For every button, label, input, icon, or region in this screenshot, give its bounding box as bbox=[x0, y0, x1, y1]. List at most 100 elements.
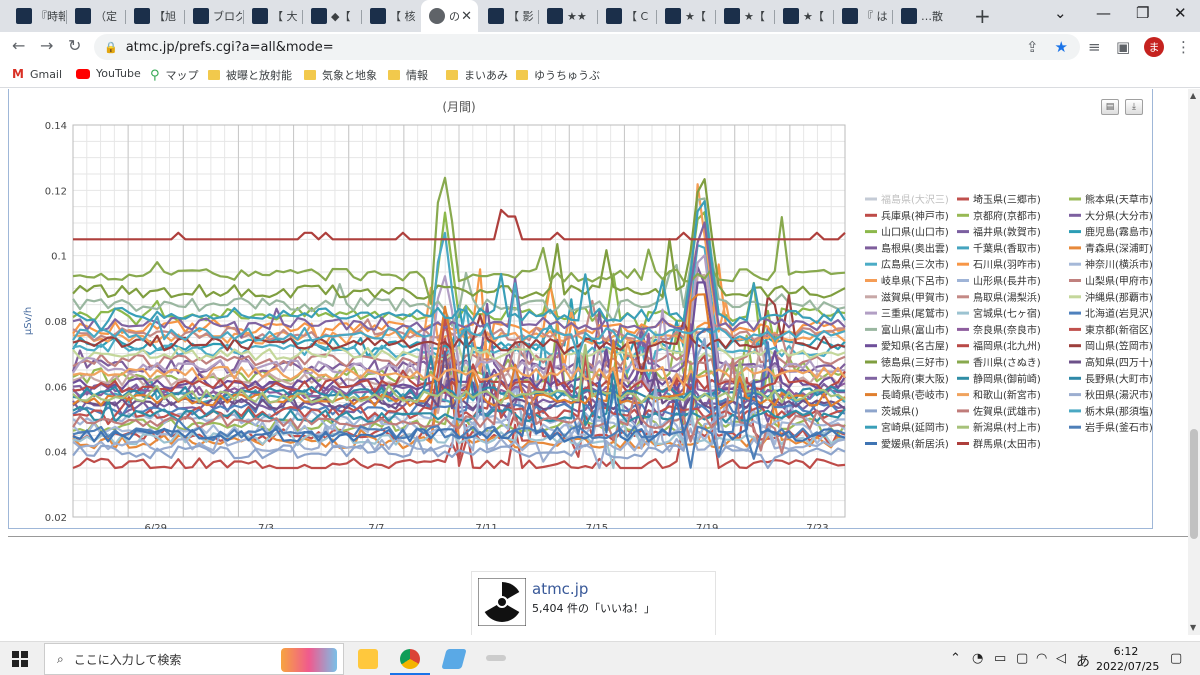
scrollbar-thumb[interactable] bbox=[1190, 429, 1198, 539]
facebook-page-widget[interactable]: atmc.jp 5,404 件の「いいね！」 bbox=[471, 571, 716, 635]
legend-label[interactable]: 大阪府(東大阪) bbox=[881, 372, 949, 385]
legend-label[interactable]: 愛知県(名古屋) bbox=[881, 340, 949, 353]
browser-tab[interactable]: ★【 bbox=[775, 4, 832, 28]
legend-label[interactable]: 広島県(三次市) bbox=[881, 258, 949, 271]
windows-start-icon[interactable] bbox=[12, 651, 28, 667]
legend-label[interactable]: 滋賀県(甲賀市) bbox=[881, 291, 949, 304]
close-window-icon[interactable]: ✕ bbox=[1174, 4, 1187, 22]
taskbar-search-box[interactable]: ⌕ ここに入力して検索 bbox=[44, 643, 344, 675]
browser-tab[interactable]: ◆【 bbox=[303, 4, 360, 28]
bookmark-item[interactable]: ゆうちゅうぶ bbox=[516, 67, 600, 83]
scroll-down-icon[interactable]: ▼ bbox=[1190, 623, 1196, 632]
chevron-down-icon[interactable]: ⌄ bbox=[1054, 4, 1067, 22]
browser-tab[interactable]: 【旭 bbox=[126, 4, 183, 28]
browser-tab[interactable]: 【 影 bbox=[480, 4, 537, 28]
bookmark-item[interactable]: 被曝と放射能 bbox=[208, 67, 292, 83]
bookmark-item[interactable]: 情報 bbox=[388, 67, 428, 83]
network-status-icon[interactable]: ◔ bbox=[972, 651, 983, 666]
close-tab-icon[interactable]: ✕ bbox=[461, 9, 472, 24]
legend-label[interactable]: 長崎県(壱岐市) bbox=[881, 389, 949, 402]
display-icon[interactable]: ▢ bbox=[1016, 651, 1028, 666]
legend-label[interactable]: 福井県(敦賀市) bbox=[973, 226, 1041, 239]
chrome-icon[interactable] bbox=[400, 649, 420, 669]
legend-label[interactable]: 長野県(大町市) bbox=[1085, 372, 1153, 385]
legend-label[interactable]: 鳥取県(湯梨浜) bbox=[973, 291, 1041, 304]
system-clock[interactable]: 6:12 2022/07/25 bbox=[1096, 644, 1159, 674]
legend-label[interactable]: 秋田県(湯沢市) bbox=[1085, 389, 1153, 402]
notepad-app-icon[interactable] bbox=[441, 649, 467, 669]
browser-tab[interactable]: …散 bbox=[893, 4, 950, 28]
browser-tab[interactable]: （定 bbox=[67, 4, 124, 28]
address-bar[interactable]: 🔒 atmc.jp/prefs.cgi?a=all&mode= ⇪ ★ bbox=[94, 34, 1080, 60]
legend-label[interactable]: 群馬県(太田市) bbox=[973, 438, 1041, 451]
legend-label[interactable]: 和歌山(新宮市) bbox=[973, 389, 1041, 402]
minimize-icon[interactable]: — bbox=[1096, 4, 1111, 22]
legend-label[interactable]: 愛媛県(新居浜) bbox=[881, 438, 949, 451]
new-tab-icon[interactable]: + bbox=[974, 4, 991, 28]
legend-label[interactable]: 岡山県(笠岡市) bbox=[1085, 340, 1153, 353]
browser-tab[interactable]: 【 C bbox=[598, 4, 655, 28]
legend-label[interactable]: 石川県(羽咋市) bbox=[973, 258, 1041, 271]
lock-icon[interactable]: 🔒 bbox=[104, 41, 118, 54]
legend-label[interactable]: 栃木県(那須塩) bbox=[1085, 405, 1153, 418]
browser-tab[interactable]: ブログ bbox=[185, 4, 242, 28]
share-icon[interactable]: ⇪ bbox=[1026, 38, 1039, 56]
bookmark-star-icon[interactable]: ★ bbox=[1055, 38, 1068, 56]
legend-label[interactable]: 香川県(さぬき) bbox=[973, 357, 1041, 369]
legend-label[interactable]: 山口県(山口市) bbox=[881, 226, 949, 239]
legend-label[interactable]: 福岡県(北九州) bbox=[973, 340, 1041, 353]
legend-label[interactable]: 神奈川(横浜市) bbox=[1085, 258, 1153, 271]
legend-label[interactable]: 熊本県(天草市) bbox=[1085, 193, 1153, 206]
bookmark-item[interactable]: まいあみ bbox=[446, 67, 508, 83]
legend-label[interactable]: 山梨県(甲府市) bbox=[1085, 275, 1153, 288]
legend-label[interactable]: 奈良県(奈良市) bbox=[973, 323, 1041, 336]
legend-label[interactable]: 大分県(大分市) bbox=[1085, 209, 1153, 222]
page-scrollbar[interactable]: ▲ ▼ bbox=[1188, 89, 1200, 635]
legend-label[interactable]: 高知県(四万十) bbox=[1085, 356, 1153, 369]
browser-tab[interactable]: ★【 bbox=[716, 4, 773, 28]
legend-label[interactable]: 富山県(富山市) bbox=[881, 323, 949, 336]
tool-app-icon[interactable] bbox=[486, 655, 506, 661]
bookmark-item[interactable]: ⚲ マップ bbox=[150, 67, 199, 83]
browser-tab[interactable]: 『時報 bbox=[8, 4, 65, 28]
bookmark-item[interactable]: 気象と地象 bbox=[304, 67, 377, 83]
legend-label[interactable]: 北海道(岩見沢) bbox=[1085, 307, 1153, 320]
legend-label[interactable]: 岐阜県(下呂市) bbox=[881, 275, 949, 288]
legend-label[interactable]: 宮崎県(延岡市) bbox=[881, 421, 949, 434]
browser-tab[interactable]: 【 大 bbox=[244, 4, 301, 28]
legend-label[interactable]: 兵庫県(神戸市) bbox=[881, 209, 949, 222]
browser-tab[interactable]: ★【 bbox=[657, 4, 714, 28]
browser-tab[interactable]: の ✕ bbox=[421, 0, 478, 32]
legend-label[interactable]: 青森県(深浦町) bbox=[1085, 242, 1153, 255]
legend-label[interactable]: 茨城県() bbox=[881, 405, 919, 418]
legend-label[interactable]: 島根県(奥出雲) bbox=[881, 242, 949, 255]
ime-indicator[interactable]: あ bbox=[1076, 651, 1090, 671]
media-control-icon[interactable]: ≡ bbox=[1088, 38, 1101, 56]
legend-label[interactable]: 福島県(大沢三) bbox=[881, 193, 949, 206]
battery-icon[interactable]: ▭ bbox=[994, 651, 1006, 666]
bookmark-item[interactable]: M Gmail bbox=[12, 67, 62, 81]
legend-label[interactable]: 宮城県(七ヶ宿) bbox=[973, 307, 1041, 320]
legend-label[interactable]: 静岡県(御前崎) bbox=[973, 372, 1041, 385]
forward-arrow-icon[interactable]: → bbox=[40, 36, 53, 55]
legend-label[interactable]: 岩手県(釜石市) bbox=[1085, 421, 1153, 434]
legend-label[interactable]: 埼玉県(三郷市) bbox=[973, 193, 1041, 206]
back-arrow-icon[interactable]: ← bbox=[12, 36, 25, 55]
file-explorer-icon[interactable] bbox=[358, 649, 378, 669]
legend-label[interactable]: 京都府(京都市) bbox=[973, 209, 1041, 222]
legend-label[interactable]: 佐賀県(武雄市) bbox=[973, 405, 1041, 418]
bookmark-item[interactable]: YouTube bbox=[76, 67, 141, 80]
facebook-page-name[interactable]: atmc.jp bbox=[532, 580, 588, 598]
legend-label[interactable]: 鹿児島(霧島市) bbox=[1085, 226, 1153, 239]
profile-avatar[interactable]: ま bbox=[1144, 37, 1164, 57]
legend-label[interactable]: 山形県(長井市) bbox=[973, 275, 1041, 288]
legend-label[interactable]: 沖縄県(那覇市) bbox=[1085, 291, 1153, 304]
download-icon[interactable]: ⤓ bbox=[1125, 99, 1143, 115]
restore-icon[interactable]: ❐ bbox=[1136, 4, 1149, 22]
notification-icon[interactable]: ▢ bbox=[1170, 651, 1182, 666]
browser-tab[interactable]: 【 核 bbox=[362, 4, 419, 28]
volume-icon[interactable]: ◁ bbox=[1056, 651, 1066, 666]
legend-label[interactable]: 新潟県(村上市) bbox=[973, 421, 1041, 434]
scroll-up-icon[interactable]: ▲ bbox=[1190, 91, 1196, 100]
wifi-icon[interactable]: ◠ bbox=[1036, 651, 1047, 666]
